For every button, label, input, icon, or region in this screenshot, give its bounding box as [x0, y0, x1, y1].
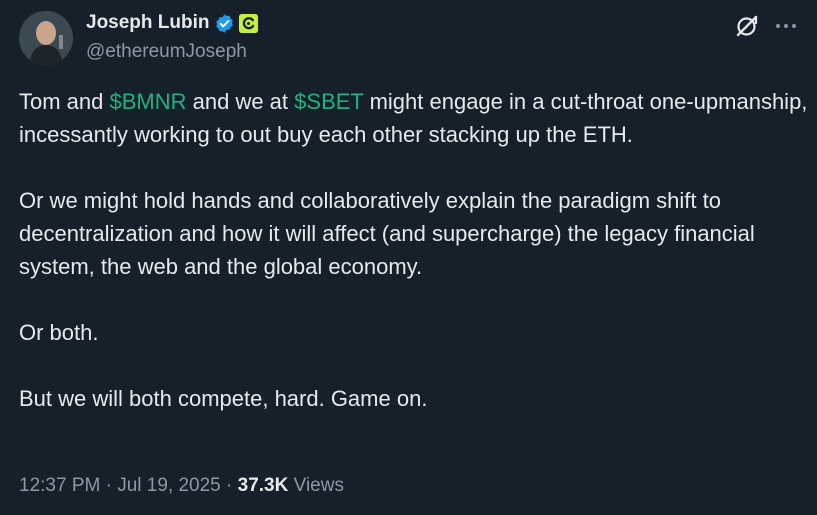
author-handle[interactable]: @ethereumJoseph	[86, 41, 247, 63]
meta-separator: ·	[220, 475, 238, 496]
author-name-row: Joseph Lubin	[86, 12, 259, 34]
tweet-date[interactable]: Jul 19, 2025	[117, 475, 221, 496]
tweet-text: Tom and $BMNR and we at $SBET might enga…	[19, 85, 809, 415]
tweet-paragraph: Or we might hold hands and collaborative…	[19, 188, 755, 279]
author-display-name[interactable]: Joseph Lubin	[86, 12, 210, 34]
tweet-time[interactable]: 12:37 PM	[19, 475, 100, 496]
avatar-image	[19, 11, 73, 65]
tweet-paragraph: Or both.	[19, 320, 99, 345]
author-avatar[interactable]	[19, 11, 73, 65]
tweet-paragraph: Tom and $BMNR and we at $SBET might enga…	[19, 85, 809, 151]
tweet-meta: 12:37 PM · Jul 19, 2025 · 37.3K Views	[19, 475, 344, 497]
tweet-paragraph: But we will both compete, hard. Game on.	[19, 386, 428, 411]
verified-badge-icon	[214, 13, 235, 34]
cashtag-link[interactable]: $SBET	[294, 89, 363, 114]
tweet-text-segment: Tom and	[19, 89, 110, 114]
views-label: Views	[288, 475, 344, 496]
views-count: 37.3K	[237, 475, 289, 496]
affiliate-badge-icon[interactable]	[238, 13, 259, 34]
grok-icon[interactable]	[734, 13, 760, 39]
cashtag-link[interactable]: $BMNR	[110, 89, 187, 114]
more-options-icon[interactable]	[771, 13, 801, 39]
meta-separator: ·	[100, 475, 118, 496]
tweet-text-segment: and we at	[186, 89, 295, 114]
